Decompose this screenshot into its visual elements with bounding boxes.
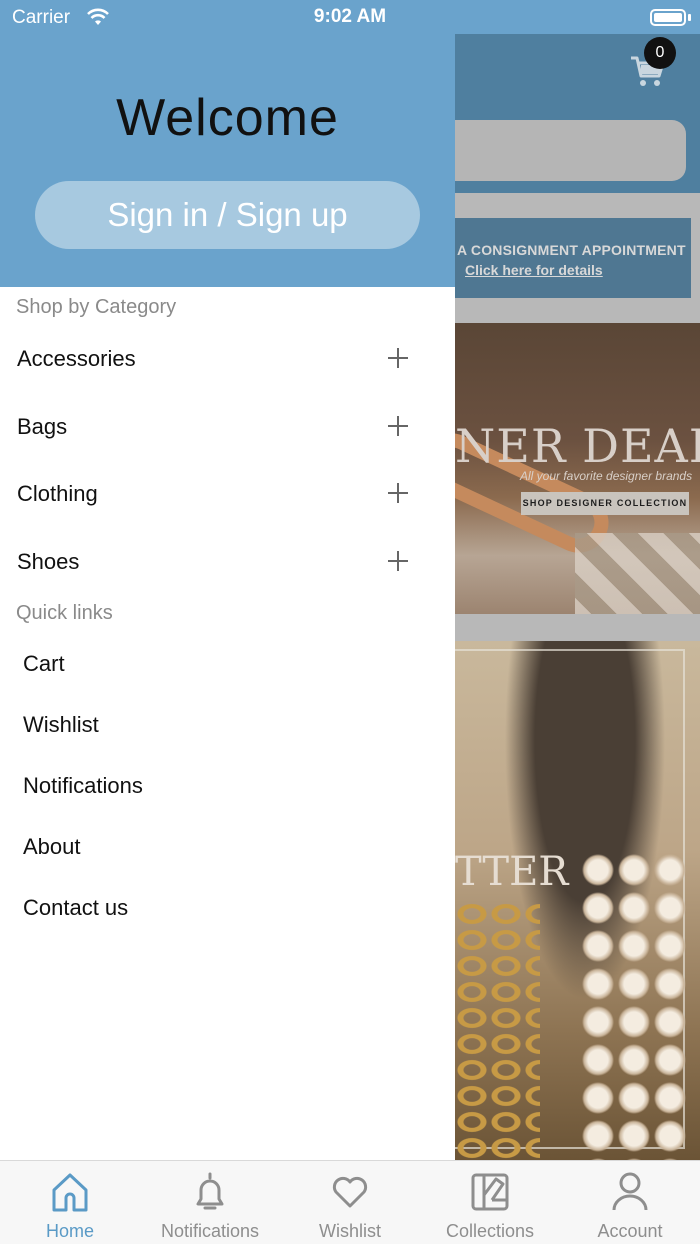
tab-home[interactable]: Home: [0, 1161, 140, 1244]
designer-deals-banner[interactable]: NER DEALS All your favorite designer bra…: [455, 323, 700, 614]
battery-cap: [688, 14, 691, 21]
welcome-title: Welcome: [116, 89, 339, 147]
tab-collections[interactable]: Collections: [420, 1161, 560, 1244]
quick-links-header: Quick links: [16, 602, 113, 624]
banner-details-link[interactable]: Click here for details: [465, 262, 603, 278]
background-home-screen[interactable]: 0 A CONSIGNMENT APPOINTMENT Click here f…: [455, 0, 700, 1160]
sign-in-button[interactable]: Sign in / Sign up: [35, 181, 420, 249]
glitter-banner[interactable]: TTER: [455, 641, 700, 1160]
person-icon: [612, 1172, 648, 1211]
category-section-header: Shop by Category: [16, 296, 177, 318]
glitter-title: TTER: [455, 849, 569, 895]
quick-link-cart[interactable]: Cart: [23, 651, 65, 677]
cart-badge: 0: [644, 37, 676, 69]
quick-link-contact-us[interactable]: Contact us: [23, 895, 128, 921]
quick-link-notifications[interactable]: Notifications: [23, 773, 143, 799]
deals-subtitle: All your favorite designer brands: [520, 469, 693, 483]
tab-wishlist[interactable]: Wishlist: [280, 1161, 420, 1244]
expand-plus-icon[interactable]: [388, 348, 408, 368]
tab-label: Home: [45, 1221, 94, 1241]
shop-designer-button[interactable]: SHOP DESIGNER COLLECTION: [521, 492, 689, 515]
heart-icon: [332, 1176, 368, 1208]
pearls-graphic: [580, 851, 690, 1160]
category-item-bags[interactable]: Bags: [0, 398, 455, 458]
clock: 9:02 AM: [313, 6, 387, 27]
collections-icon: [471, 1173, 509, 1211]
category-label: Shoes: [17, 549, 80, 574]
banner-text: A CONSIGNMENT APPOINTMENT: [457, 242, 686, 258]
battery-icon: [650, 9, 686, 26]
quick-link-wishlist[interactable]: Wishlist: [23, 712, 99, 738]
category-item-shoes[interactable]: Shoes: [0, 533, 455, 593]
tab-label: Notifications: [160, 1221, 260, 1241]
tab-label: Account: [597, 1221, 663, 1241]
expand-plus-icon[interactable]: [388, 551, 408, 571]
tab-notifications[interactable]: Notifications: [140, 1161, 280, 1244]
consignment-banner[interactable]: A CONSIGNMENT APPOINTMENT Click here for…: [455, 218, 691, 298]
category-label: Accessories: [17, 346, 136, 371]
expand-plus-icon[interactable]: [388, 416, 408, 436]
expand-plus-icon[interactable]: [388, 483, 408, 503]
search-bar[interactable]: [455, 120, 686, 181]
gold-chain-graphic: [455, 901, 540, 1160]
drawer-header: Welcome Sign in / Sign up: [0, 0, 455, 287]
tab-bar: Home Notifications Wishlist Collections …: [0, 1160, 700, 1244]
side-drawer: Welcome Sign in / Sign up Shop by Catego…: [0, 0, 455, 1160]
tab-label: Collections: [445, 1221, 535, 1241]
category-item-accessories[interactable]: Accessories: [0, 330, 455, 390]
status-bar: Carrier 9:02 AM: [0, 0, 700, 34]
home-icon: [52, 1173, 88, 1212]
quick-link-about[interactable]: About: [23, 834, 81, 860]
category-label: Bags: [17, 414, 68, 439]
bell-icon: [196, 1172, 224, 1210]
deals-title: NER DEALS: [455, 419, 700, 473]
category-item-clothing[interactable]: Clothing: [0, 465, 455, 525]
tab-label: Wishlist: [319, 1221, 381, 1241]
checker-pattern-graphic: [575, 533, 700, 614]
category-label: Clothing: [17, 481, 98, 506]
tab-account[interactable]: Account: [560, 1161, 700, 1244]
